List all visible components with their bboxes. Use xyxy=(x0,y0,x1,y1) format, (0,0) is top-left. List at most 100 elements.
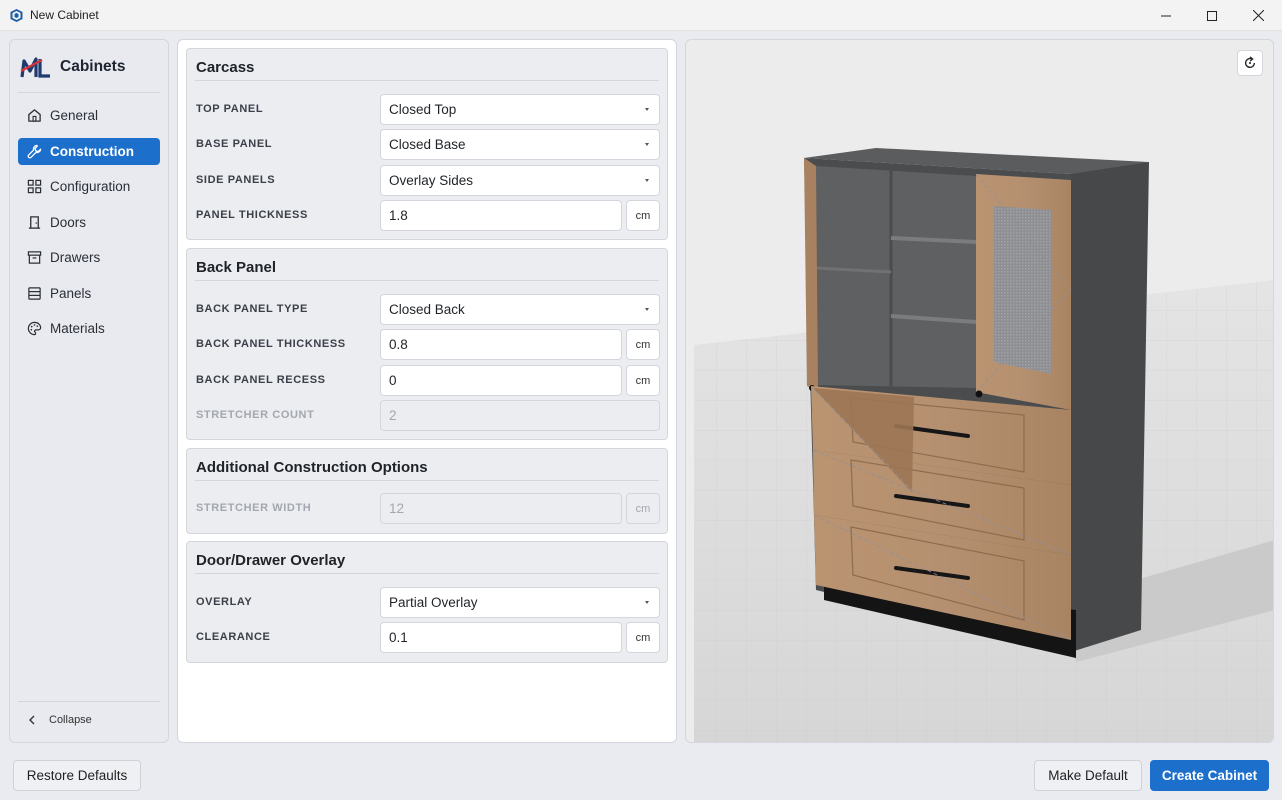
caret-down-icon xyxy=(645,108,649,111)
field-label: BACK PANEL THICKNESS xyxy=(196,338,346,350)
select-value: Closed Top xyxy=(389,102,457,117)
field-clearance: CLEARANCE 0.1 cm xyxy=(187,622,667,653)
sidebar-item-label: General xyxy=(50,108,99,123)
clearance-input[interactable]: 0.1 xyxy=(380,622,622,653)
section-additional-options: Additional Construction Options STRETCHE… xyxy=(186,448,668,534)
sidebar-item-drawers[interactable]: Drawers xyxy=(18,244,160,271)
stretcher-width-input: 12 xyxy=(380,493,622,524)
unit-badge: cm xyxy=(626,493,660,524)
sidebar-item-construction[interactable]: Construction xyxy=(18,137,160,165)
sidebar-item-label: Construction xyxy=(50,143,134,159)
archive-icon xyxy=(26,250,42,266)
reset-view-button[interactable] xyxy=(1237,50,1263,76)
section-title: Additional Construction Options xyxy=(196,459,428,476)
sidebar-item-configuration[interactable]: Configuration xyxy=(18,173,160,200)
sidebar-item-label: Drawers xyxy=(50,250,101,265)
divider xyxy=(195,480,659,481)
divider xyxy=(195,80,659,81)
divider xyxy=(18,701,160,702)
field-label: BACK PANEL RECESS xyxy=(196,374,326,386)
field-label: BACK PANEL TYPE xyxy=(196,303,308,315)
sidebar-item-materials[interactable]: Materials xyxy=(18,315,160,342)
brand-name: Cabinets xyxy=(60,58,126,75)
unit-badge: cm xyxy=(626,200,660,231)
field-overlay: OVERLAY Partial Overlay xyxy=(187,587,667,618)
maximize-icon xyxy=(1207,10,1217,21)
field-label: TOP PANEL xyxy=(196,103,264,115)
caret-down-icon xyxy=(645,308,649,311)
field-back-panel-recess: BACK PANEL RECESS 0 cm xyxy=(187,365,667,396)
caret-down-icon xyxy=(645,601,649,604)
base-panel-select[interactable]: Closed Base xyxy=(380,129,660,160)
sidebar-item-general[interactable]: General xyxy=(18,102,160,129)
divider xyxy=(195,573,659,574)
select-value: Closed Back xyxy=(389,302,465,317)
section-door-drawer-overlay: Door/Drawer Overlay OVERLAY Partial Over… xyxy=(186,541,668,663)
field-label: PANEL THICKNESS xyxy=(196,209,308,221)
panels-icon xyxy=(26,285,42,301)
field-label: STRETCHER COUNT xyxy=(196,409,315,421)
collapse-button[interactable]: Collapse xyxy=(28,714,92,726)
logo-icon xyxy=(20,57,50,78)
make-default-button[interactable]: Make Default xyxy=(1034,760,1142,791)
panel-thickness-input[interactable]: 1.8 xyxy=(380,200,622,231)
back-panel-recess-input[interactable]: 0 xyxy=(380,365,622,396)
unit-badge: cm xyxy=(626,329,660,360)
footer-bar: Restore Defaults Make Default Create Cab… xyxy=(0,751,1282,800)
sidebar-item-label: Doors xyxy=(50,214,87,230)
minimize-icon xyxy=(1161,15,1171,16)
field-back-panel-thickness: BACK PANEL THICKNESS 0.8 cm xyxy=(187,329,667,360)
cabinet-render xyxy=(694,148,1273,742)
section-carcass: Carcass TOP PANEL Closed Top BASE PANEL … xyxy=(186,48,668,240)
grid-icon xyxy=(26,179,42,195)
back-panel-type-select[interactable]: Closed Back xyxy=(380,294,660,325)
caret-down-icon xyxy=(645,179,649,182)
unit-badge: cm xyxy=(626,622,660,653)
select-value: Partial Overlay xyxy=(389,595,478,610)
sidebar-item-label: Materials xyxy=(50,321,105,336)
home-icon xyxy=(26,108,42,124)
sidebar-item-label: Configuration xyxy=(50,179,131,194)
field-label: CLEARANCE xyxy=(196,631,271,643)
window-title: New Cabinet xyxy=(30,8,99,22)
field-stretcher-count: STRETCHER COUNT 2 xyxy=(187,400,667,431)
chevron-left-icon xyxy=(28,715,35,725)
close-icon xyxy=(1252,10,1264,21)
door-icon xyxy=(26,214,42,230)
sidebar-item-doors[interactable]: Doors xyxy=(18,209,160,236)
field-label: SIDE PANELS xyxy=(196,174,276,186)
refresh-icon xyxy=(1244,56,1256,68)
brand: Cabinets xyxy=(20,54,125,80)
maximize-button[interactable] xyxy=(1189,0,1235,31)
create-cabinet-button[interactable]: Create Cabinet xyxy=(1150,760,1269,791)
section-back-panel: Back Panel BACK PANEL TYPE Closed Back B… xyxy=(186,248,668,440)
unit-badge: cm xyxy=(626,365,660,396)
divider xyxy=(195,280,659,281)
sketchup-icon xyxy=(9,8,24,23)
back-panel-thickness-input[interactable]: 0.8 xyxy=(380,329,622,360)
field-base-panel: BASE PANEL Closed Base xyxy=(187,129,667,160)
divider xyxy=(18,92,160,93)
sidebar-item-label: Panels xyxy=(50,285,92,301)
close-button[interactable] xyxy=(1235,0,1281,31)
field-back-panel-type: BACK PANEL TYPE Closed Back xyxy=(187,294,667,325)
overlay-select[interactable]: Partial Overlay xyxy=(380,587,660,618)
section-title: Carcass xyxy=(196,59,255,76)
collapse-label: Collapse xyxy=(49,714,92,726)
cabinet-3d-preview[interactable] xyxy=(685,39,1274,743)
field-side-panels: SIDE PANELS Overlay Sides xyxy=(187,165,667,196)
field-label: STRETCHER WIDTH xyxy=(196,502,312,514)
sidebar-nav: General Construction Configuration Doors… xyxy=(18,102,160,351)
field-top-panel: TOP PANEL Closed Top xyxy=(187,94,667,125)
sidebar-item-panels[interactable]: Panels xyxy=(18,280,160,307)
minimize-button[interactable] xyxy=(1143,0,1189,31)
stretcher-count-input: 2 xyxy=(380,400,660,431)
field-label: OVERLAY xyxy=(196,596,253,608)
side-panels-select[interactable]: Overlay Sides xyxy=(380,165,660,196)
palette-icon xyxy=(26,321,42,337)
top-panel-select[interactable]: Closed Top xyxy=(380,94,660,125)
restore-defaults-button[interactable]: Restore Defaults xyxy=(13,760,141,791)
wrench-icon xyxy=(26,143,42,159)
section-title: Door/Drawer Overlay xyxy=(196,552,346,569)
field-label: BASE PANEL xyxy=(196,138,273,150)
